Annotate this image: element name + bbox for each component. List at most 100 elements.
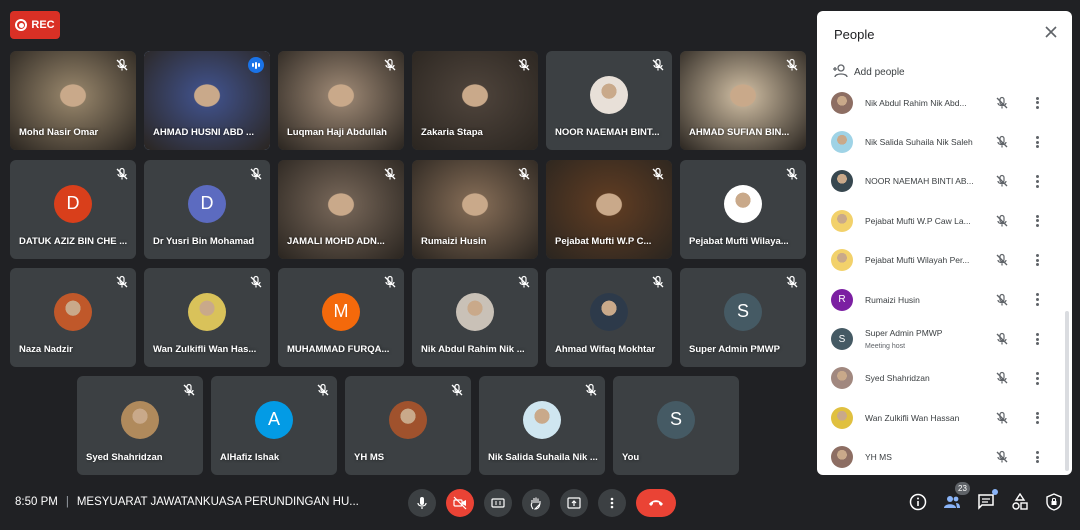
participant-list: Nik Abdul Rahim Nik Abd... Nik Salida Suh… <box>817 83 1072 475</box>
avatar <box>724 184 762 223</box>
more-vert-icon[interactable] <box>1033 450 1041 464</box>
participant-list-item[interactable]: Syed Shahridzan <box>817 359 1072 398</box>
more-vert-icon[interactable] <box>1033 135 1041 149</box>
participant-tile[interactable]: Nik Salida Suhaila Nik ... <box>479 376 605 475</box>
participant-list-item[interactable]: S Super Admin PMWP Meeting host <box>817 319 1072 358</box>
mic-off-icon[interactable] <box>995 214 1009 228</box>
add-people-label: Add people <box>854 67 905 78</box>
mic-off-icon[interactable] <box>995 332 1009 346</box>
raise-hand-button[interactable] <box>522 489 550 517</box>
participant-name: Ahmad Wifaq Mokhtar <box>555 344 656 355</box>
mic-off-icon[interactable] <box>995 174 1009 188</box>
more-vert-icon[interactable] <box>1033 371 1041 385</box>
mic-off-icon[interactable] <box>995 135 1009 149</box>
participant-list-item[interactable]: R Rumaizi Husin <box>817 280 1072 319</box>
participant-tile[interactable]: AHMAD SUFIAN BIN... <box>680 51 806 150</box>
chat-button[interactable] <box>976 489 998 514</box>
mic-off-icon <box>517 275 531 289</box>
more-vert-icon[interactable] <box>1033 253 1041 267</box>
participant-tile[interactable]: YH MS <box>345 376 471 475</box>
more-vert-icon[interactable] <box>1033 293 1041 307</box>
mic-off-icon <box>651 275 665 289</box>
mic-off-icon[interactable] <box>995 411 1009 425</box>
participant-tile[interactable]: S You <box>613 376 739 475</box>
participant-tile[interactable]: Luqman Haji Abdullah <box>278 51 404 150</box>
leave-call-button[interactable] <box>636 489 676 517</box>
participant-list-name: Wan Zulkifli Wan Hassan <box>865 412 960 423</box>
more-vert-icon[interactable] <box>1033 174 1041 188</box>
avatar <box>831 406 853 429</box>
participant-tile[interactable]: Wan Zulkifli Wan Has... <box>144 268 270 367</box>
chat-notification-dot <box>992 489 998 495</box>
avatar: M <box>322 292 360 331</box>
mic-off-icon[interactable] <box>995 450 1009 464</box>
participant-name: Mohd Nasir Omar <box>19 127 99 138</box>
shield-lock-icon <box>1046 493 1062 511</box>
mic-off-icon[interactable] <box>995 96 1009 110</box>
participant-list-item[interactable]: Pejabat Mufti W.P Caw La... <box>817 201 1072 240</box>
avatar <box>831 367 853 390</box>
participant-tile[interactable]: D DATUK AZIZ BIN CHE ... <box>10 160 136 259</box>
host-controls-button[interactable] <box>1044 490 1064 514</box>
mic-off-icon <box>383 58 397 72</box>
mic-off-icon <box>383 275 397 289</box>
participant-tile[interactable]: D Dr Yusri Bin Mohamad <box>144 160 270 259</box>
participant-list-item[interactable]: Nik Abdul Rahim Nik Abd... <box>817 83 1072 122</box>
captions-button[interactable] <box>484 489 512 517</box>
participant-tile[interactable]: Pejabat Mufti Wilaya... <box>680 160 806 259</box>
mic-off-icon <box>785 167 799 181</box>
more-vert-icon[interactable] <box>1033 214 1041 228</box>
participant-tile[interactable]: Naza Nadzir <box>10 268 136 367</box>
mic-off-icon[interactable] <box>995 293 1009 307</box>
panel-scrollbar[interactable] <box>1065 311 1069 471</box>
camera-button[interactable] <box>446 489 474 517</box>
participant-list-item[interactable]: NOOR NAEMAH BINTI AB... <box>817 162 1072 201</box>
participant-list-item[interactable]: YH MS <box>817 438 1072 475</box>
call-end-icon <box>649 500 663 506</box>
participant-tile[interactable]: AHMAD HUSNI ABD ... <box>144 51 270 150</box>
participant-tile[interactable]: JAMALI MOHD ADN... <box>278 160 404 259</box>
participant-name: Luqman Haji Abdullah <box>287 127 387 138</box>
microphone-button[interactable] <box>408 489 436 517</box>
present-button[interactable] <box>560 489 588 517</box>
add-people-button[interactable]: Add people <box>832 64 905 81</box>
avatar <box>590 75 628 114</box>
participant-tile[interactable]: S Super Admin PMWP <box>680 268 806 367</box>
avatar <box>456 292 494 331</box>
participant-name: DATUK AZIZ BIN CHE ... <box>19 236 128 247</box>
participant-tile[interactable]: Pejabat Mufti W.P C... <box>546 160 672 259</box>
participant-tile[interactable]: Nik Abdul Rahim Nik ... <box>412 268 538 367</box>
recording-label: REC <box>31 19 55 31</box>
participant-list-item[interactable]: Wan Zulkifli Wan Hassan <box>817 398 1072 437</box>
participant-name: Zakaria Stapa <box>421 127 483 138</box>
participant-list-name: Super Admin PMWP <box>865 328 943 339</box>
avatar: S <box>831 328 853 351</box>
mic-off-icon[interactable] <box>995 371 1009 385</box>
participant-tile[interactable]: Syed Shahridzan <box>77 376 203 475</box>
participant-tile[interactable]: Mohd Nasir Omar <box>10 51 136 150</box>
more-vert-icon[interactable] <box>1033 332 1041 346</box>
mic-off-icon <box>651 167 665 181</box>
participant-tile[interactable]: Ahmad Wifaq Mokhtar <box>546 268 672 367</box>
participant-name: MUHAMMAD FURQA... <box>287 344 390 355</box>
participant-tile[interactable]: Rumaizi Husin <box>412 160 538 259</box>
mic-off-icon <box>115 275 129 289</box>
participant-tile[interactable]: NOOR NAEMAH BINT... <box>546 51 672 150</box>
videocam-off-icon <box>453 496 467 510</box>
meeting-details-button[interactable] <box>908 490 928 514</box>
more-vert-icon[interactable] <box>1033 96 1041 110</box>
participant-list-item[interactable]: Pejabat Mufti Wilayah Per... <box>817 241 1072 280</box>
participant-tile[interactable]: Zakaria Stapa <box>412 51 538 150</box>
participant-list-item[interactable]: Nik Salida Suhaila Nik Saleh <box>817 122 1072 161</box>
mic-off-icon[interactable] <box>995 253 1009 267</box>
participant-name: Wan Zulkifli Wan Has... <box>153 344 257 355</box>
participant-tile[interactable]: A AlHafiz Ishak <box>211 376 337 475</box>
mic-off-icon <box>383 167 397 181</box>
close-icon[interactable] <box>1044 25 1058 39</box>
participant-tile[interactable]: M MUHAMMAD FURQA... <box>278 268 404 367</box>
mic-off-icon <box>115 167 129 181</box>
activities-button[interactable] <box>1010 490 1030 514</box>
more-options-button[interactable] <box>598 489 626 517</box>
more-vert-icon[interactable] <box>1033 411 1041 425</box>
people-button[interactable]: 23 <box>942 482 970 514</box>
